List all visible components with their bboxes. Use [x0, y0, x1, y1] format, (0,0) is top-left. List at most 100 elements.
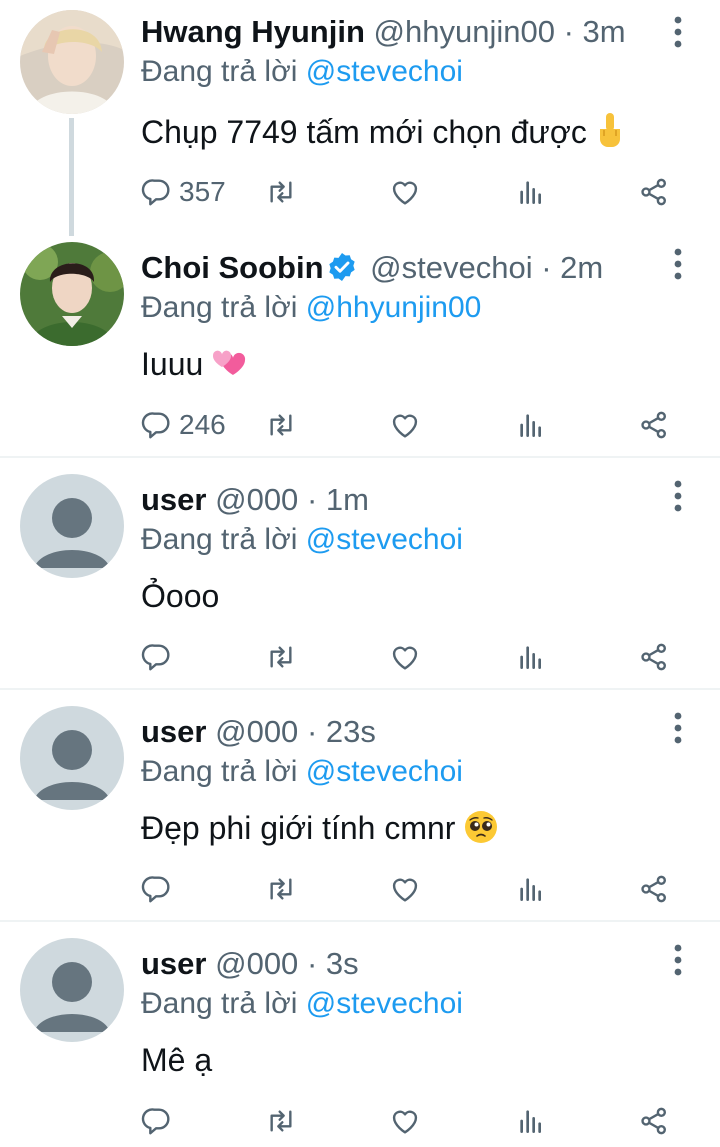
avatar[interactable] — [20, 242, 124, 346]
avatar[interactable] — [20, 10, 124, 114]
tweet-text-content: Iuuu — [141, 346, 204, 382]
timestamp[interactable]: 3m — [583, 14, 626, 49]
retweet-button[interactable] — [265, 172, 297, 212]
tweet-actions — [0, 1101, 720, 1141]
tweet[interactable]: user @000 · 23s Đang trả lời @stevechoi … — [0, 696, 720, 920]
tweet[interactable]: Hwang Hyunjin @hhyunjin00 · 3m Đang trả … — [0, 0, 720, 231]
mention-link[interactable]: @hhyunjin00 — [306, 291, 482, 324]
divider — [0, 688, 720, 690]
share-button[interactable] — [638, 405, 670, 445]
display-name[interactable]: user — [141, 946, 206, 981]
tweet[interactable]: user @000 · 1m Đang trả lời @stevechoi Ỏ… — [0, 464, 720, 688]
reply-button[interactable]: 357 — [141, 172, 226, 212]
mention-link[interactable]: @stevechoi — [306, 523, 463, 556]
tweet-actions: 357 — [0, 172, 720, 212]
tweet-text-content: Mê ạ — [141, 1042, 213, 1078]
reply-button[interactable]: 246 — [141, 405, 226, 445]
user-handle[interactable]: @hhyunjin00 — [374, 14, 555, 49]
share-icon — [638, 873, 670, 905]
retweet-icon — [265, 176, 297, 208]
views-button[interactable] — [515, 1101, 547, 1141]
retweet-button[interactable] — [265, 637, 297, 677]
timestamp[interactable]: 23s — [326, 714, 376, 749]
display-name[interactable]: Choi Soobin — [141, 250, 324, 285]
heart-icon — [389, 176, 421, 208]
retweet-icon — [265, 409, 297, 441]
heart-icon — [389, 1105, 421, 1137]
more-options-icon[interactable] — [668, 708, 688, 748]
tweet-header: Choi Soobin @stevechoi · 2m — [141, 248, 603, 288]
tweet-text-content: Chụp 7749 tấm mới chọn được — [141, 114, 587, 150]
like-button[interactable] — [389, 869, 421, 909]
tweet-text: Chụp 7749 tấm mới chọn được — [141, 110, 625, 154]
views-button[interactable] — [515, 405, 547, 445]
reply-button[interactable] — [141, 869, 173, 909]
user-handle[interactable]: @000 — [215, 946, 298, 981]
display-name[interactable]: user — [141, 482, 206, 517]
separator-dot: · — [563, 14, 574, 49]
tweet-text: Đẹp phi giới tính cmnr — [141, 806, 499, 850]
tweet-actions — [0, 869, 720, 909]
reply-button[interactable] — [141, 1101, 173, 1141]
tweet-header: user @000 · 3s — [141, 944, 359, 984]
mention-link[interactable]: @stevechoi — [306, 987, 463, 1020]
tweet[interactable]: user @000 · 3s Đang trả lời @stevechoi M… — [0, 928, 720, 1147]
more-options-icon[interactable] — [668, 244, 688, 284]
reply-icon — [141, 641, 173, 673]
tweet-text-content: Ỏooo — [141, 578, 220, 614]
mention-link[interactable]: @stevechoi — [306, 755, 463, 788]
replying-label: Đang trả lời — [141, 987, 298, 1020]
like-button[interactable] — [389, 405, 421, 445]
heart-icon — [389, 641, 421, 673]
verified-badge-icon — [328, 253, 355, 281]
more-options-icon[interactable] — [668, 12, 688, 52]
replying-label: Đang trả lời — [141, 291, 298, 324]
user-handle[interactable]: @stevechoi — [370, 250, 532, 285]
user-handle[interactable]: @000 — [215, 714, 298, 749]
views-button[interactable] — [515, 869, 547, 909]
share-button[interactable] — [638, 172, 670, 212]
user-handle[interactable]: @000 — [215, 482, 298, 517]
retweet-icon — [265, 873, 297, 905]
mention-link[interactable]: @stevechoi — [306, 55, 463, 88]
replying-label: Đang trả lời — [141, 755, 298, 788]
retweet-button[interactable] — [265, 405, 297, 445]
share-button[interactable] — [638, 1101, 670, 1141]
display-name[interactable]: user — [141, 714, 206, 749]
tweet[interactable]: Choi Soobin @stevechoi · 2m Đang trả lời… — [0, 232, 720, 456]
more-options-icon[interactable] — [668, 476, 688, 516]
share-button[interactable] — [638, 869, 670, 909]
tweet-header: Hwang Hyunjin @hhyunjin00 · 3m — [141, 12, 626, 52]
share-icon — [638, 641, 670, 673]
replying-to: Đang trả lời @hhyunjin00 — [141, 288, 481, 328]
default-avatar[interactable] — [20, 938, 124, 1042]
replying-to: Đang trả lời @stevechoi — [141, 752, 463, 792]
like-button[interactable] — [389, 1101, 421, 1141]
timestamp[interactable]: 1m — [326, 482, 369, 517]
reply-button[interactable] — [141, 637, 173, 677]
share-icon — [638, 1105, 670, 1137]
reply-icon — [141, 409, 173, 441]
display-name[interactable]: Hwang Hyunjin — [141, 14, 365, 49]
separator-dot: · — [306, 482, 318, 517]
retweet-button[interactable] — [265, 1101, 297, 1141]
replying-to: Đang trả lời @stevechoi — [141, 984, 463, 1024]
tweet-text-content: Đẹp phi giới tính cmnr — [141, 810, 456, 846]
views-button[interactable] — [515, 172, 547, 212]
stats-icon — [515, 641, 547, 673]
retweet-icon — [265, 641, 297, 673]
timestamp[interactable]: 2m — [560, 250, 603, 285]
retweet-button[interactable] — [265, 869, 297, 909]
like-button[interactable] — [389, 172, 421, 212]
default-avatar[interactable] — [20, 706, 124, 810]
timestamp[interactable]: 3s — [326, 946, 359, 981]
views-button[interactable] — [515, 637, 547, 677]
share-button[interactable] — [638, 637, 670, 677]
more-options-icon[interactable] — [668, 940, 688, 980]
two-hearts-emoji-icon — [213, 350, 246, 375]
divider — [0, 920, 720, 922]
like-button[interactable] — [389, 637, 421, 677]
default-avatar[interactable] — [20, 474, 124, 578]
share-icon — [638, 409, 670, 441]
separator-dot: · — [306, 946, 318, 981]
